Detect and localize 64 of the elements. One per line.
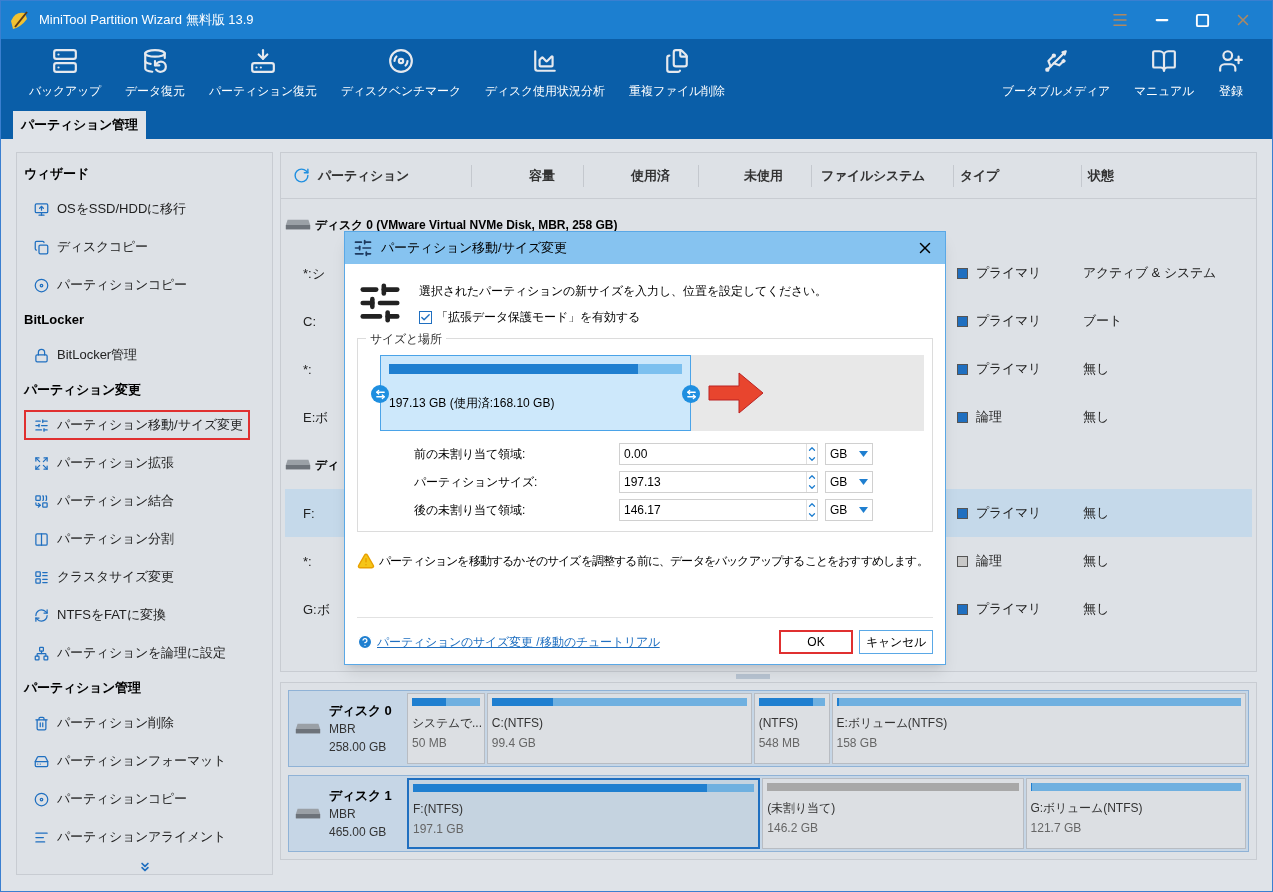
field-label: パーティションサイズ: bbox=[414, 474, 539, 491]
table-cell-text: プライマリ bbox=[976, 600, 1041, 619]
disk-size: 258.00 GB bbox=[329, 739, 388, 757]
partition-label: F:(NTFS) bbox=[413, 801, 464, 818]
partition-size: 158 GB bbox=[836, 735, 879, 752]
partition-label: E:ボリューム(NTFS) bbox=[836, 715, 949, 732]
section-title: パーティション変更 bbox=[24, 381, 142, 400]
partition-size: 146.2 GB bbox=[767, 820, 819, 837]
warning-text: パーティションを移動するかそのサイズを調整する前に、データをバックアップすることをおすすめします。 bbox=[379, 553, 928, 570]
partition-size: 50 MB bbox=[412, 735, 448, 752]
section-title: ウィザード bbox=[24, 165, 90, 184]
group-title: サイズと場所 bbox=[366, 330, 446, 348]
column-header: パーティション bbox=[318, 166, 409, 185]
column-header: 使用済 bbox=[631, 166, 670, 185]
disk-scheme: MBR bbox=[329, 806, 357, 824]
disk-header: ディ bbox=[315, 457, 339, 474]
disk-name: ディスク 0 bbox=[329, 701, 392, 720]
column-header: 未使用 bbox=[744, 166, 783, 185]
field-label: 後の未割り当て領域: bbox=[414, 502, 527, 519]
column-header: 容量 bbox=[529, 166, 555, 185]
partition-label: G:ボリューム(NTFS) bbox=[1030, 800, 1144, 817]
section-title: パーティション管理 bbox=[24, 679, 142, 698]
disk-scheme: MBR bbox=[329, 721, 357, 739]
table-cell-text: 無し bbox=[1082, 600, 1109, 619]
partition-size: 121.7 GB bbox=[1030, 820, 1083, 837]
table-cell: F: bbox=[303, 506, 315, 521]
disk-header: ディスク 0 (VMware Virtual NVMe Disk, MBR, 258 GB) bbox=[315, 217, 618, 234]
table-cell: E:ボ bbox=[303, 410, 329, 425]
table-cell-text: プライマリ bbox=[976, 360, 1041, 379]
table-cell: *: bbox=[303, 554, 312, 569]
section-title: BitLocker bbox=[24, 311, 85, 330]
partition-size: 548 MB bbox=[758, 735, 801, 752]
partition-label: (未割り当て) bbox=[767, 800, 837, 817]
table-cell-text: プライマリ bbox=[976, 504, 1041, 523]
partition-label: C:(NTFS) bbox=[491, 715, 545, 732]
window-title: MiniTool Partition Wizard 無料版 13.9 bbox=[39, 11, 255, 30]
table-cell: *: bbox=[303, 362, 312, 377]
table-cell-text: 無し bbox=[1082, 408, 1109, 427]
partition-size-text: 197.13 GB (使用済:168.10 GB) bbox=[389, 395, 556, 412]
dialog-message: 選択されたパーティションの新サイズを入力し、位置を設定してください。 bbox=[419, 283, 827, 300]
table-cell-text: 無し bbox=[1082, 504, 1109, 523]
table-cell-text: ブート bbox=[1082, 312, 1122, 331]
table-cell-text: 論理 bbox=[976, 552, 1002, 571]
table-cell-text: アクティブ & システム bbox=[1082, 264, 1216, 283]
disk-name: ディスク 1 bbox=[329, 786, 392, 805]
dialog-title: パーティション移動/サイズ変更 bbox=[381, 239, 568, 258]
checkbox-label: 「拡張データ保護モード」を有効する bbox=[436, 309, 640, 326]
table-cell-text: プライマリ bbox=[976, 264, 1041, 283]
disk-size: 465.00 GB bbox=[329, 824, 388, 842]
partition-label: (NTFS) bbox=[758, 715, 799, 732]
table-cell: C: bbox=[303, 314, 316, 329]
column-header: 状態 bbox=[1088, 166, 1114, 185]
partition-size: 99.4 GB bbox=[491, 735, 537, 752]
column-header: ファイルシステム bbox=[821, 166, 925, 185]
table-cell: *:シ bbox=[303, 266, 325, 281]
column-header: タイプ bbox=[960, 166, 999, 185]
partition-label: システムで... bbox=[412, 715, 480, 732]
table-cell: G:ボ bbox=[303, 602, 330, 617]
partition-size: 197.1 GB bbox=[413, 821, 465, 838]
table-cell-text: 論理 bbox=[976, 408, 1002, 427]
table-cell-text: プライマリ bbox=[976, 312, 1041, 331]
field-label: 前の未割り当て領域: bbox=[414, 446, 527, 463]
table-cell-text: 無し bbox=[1082, 552, 1109, 571]
table-cell-text: 無し bbox=[1082, 360, 1109, 379]
